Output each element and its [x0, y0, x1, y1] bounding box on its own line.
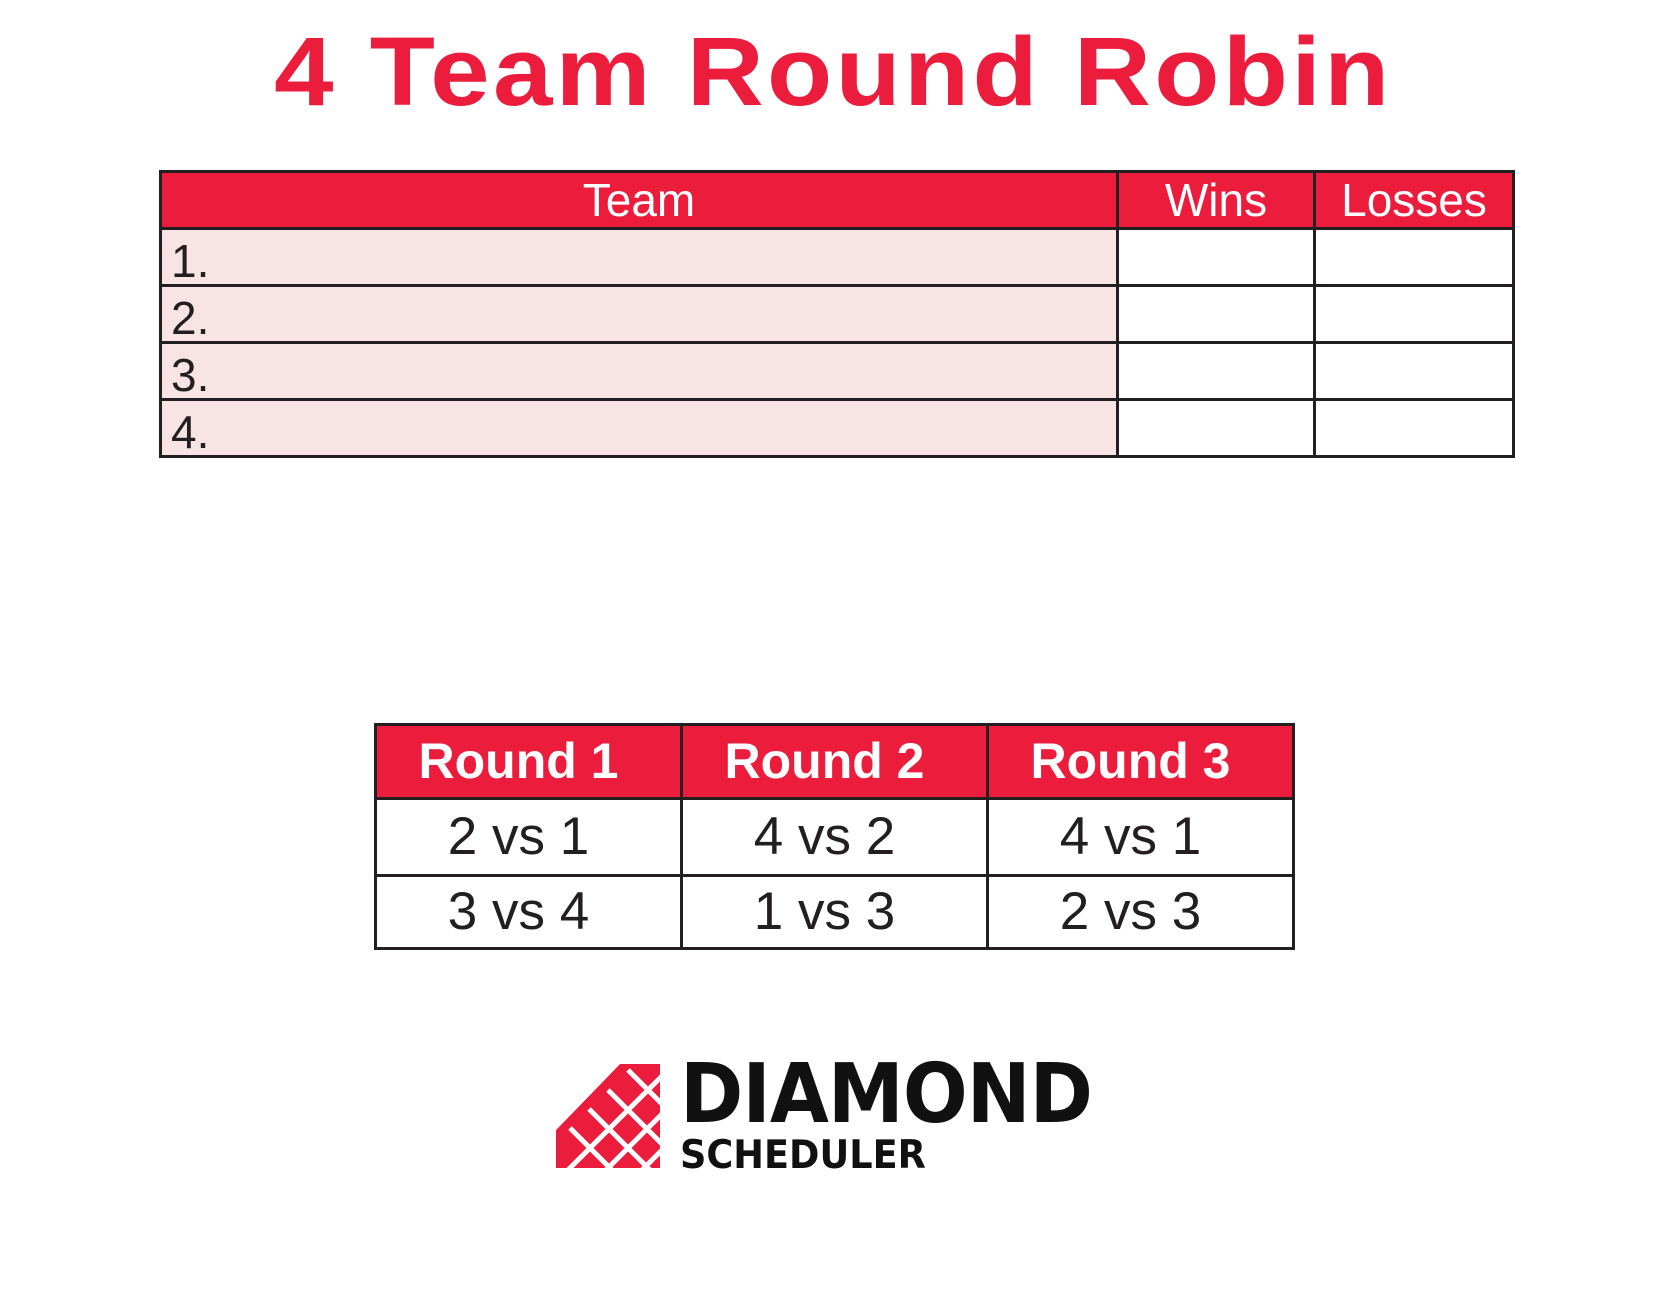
team-cell[interactable]: 2. — [159, 284, 1119, 344]
table-row: 1. — [159, 227, 1515, 287]
wins-cell[interactable] — [1116, 227, 1316, 287]
matchup-cell: 3 vs 4 — [374, 874, 683, 950]
header-round-3: Round 3 — [986, 723, 1295, 800]
header-team: Team — [159, 170, 1119, 230]
matchup-cell: 2 vs 1 — [374, 797, 683, 877]
page-title: 4 Team Round Robin — [0, 17, 1667, 127]
table-row: 4. — [159, 398, 1515, 458]
losses-cell[interactable] — [1313, 284, 1515, 344]
team-cell[interactable]: 1. — [159, 227, 1119, 287]
diamond-grid-icon — [556, 1064, 660, 1168]
team-cell[interactable]: 3. — [159, 341, 1119, 401]
losses-cell[interactable] — [1313, 398, 1515, 458]
matchup-cell: 4 vs 2 — [680, 797, 989, 877]
logo-line-2: SCHEDULER — [680, 1133, 926, 1178]
header-round-2: Round 2 — [680, 723, 989, 800]
wins-cell[interactable] — [1116, 398, 1316, 458]
header-round-1: Round 1 — [374, 723, 683, 800]
table-row: 3. — [159, 341, 1515, 401]
rounds-table: Round 1 Round 2 Round 3 2 vs 1 4 vs 2 4 … — [374, 723, 1295, 950]
logo-wordmark: DIAMOND SCHEDULER — [680, 1050, 1123, 1176]
diamond-scheduler-logo: DIAMOND SCHEDULER — [556, 1050, 1156, 1176]
page-title-text: 4 Team Round Robin — [274, 17, 1393, 126]
losses-cell[interactable] — [1313, 341, 1515, 401]
matchup-cell: 4 vs 1 — [986, 797, 1295, 877]
header-losses: Losses — [1313, 170, 1515, 230]
wins-cell[interactable] — [1116, 341, 1316, 401]
team-cell[interactable]: 4. — [159, 398, 1119, 458]
standings-table: Team Wins Losses 1. 2. 3. 4. — [159, 170, 1515, 458]
standings-header-row: Team Wins Losses — [159, 170, 1515, 230]
matchup-cell: 1 vs 3 — [680, 874, 989, 950]
matchup-cell: 2 vs 3 — [986, 874, 1295, 950]
table-row: 2 vs 1 4 vs 2 4 vs 1 — [374, 797, 1295, 877]
rounds-header-row: Round 1 Round 2 Round 3 — [374, 723, 1295, 800]
logo-line-1: DIAMOND — [680, 1047, 1093, 1142]
wins-cell[interactable] — [1116, 284, 1316, 344]
table-row: 2. — [159, 284, 1515, 344]
losses-cell[interactable] — [1313, 227, 1515, 287]
header-wins: Wins — [1116, 170, 1316, 230]
table-row: 3 vs 4 1 vs 3 2 vs 3 — [374, 874, 1295, 950]
